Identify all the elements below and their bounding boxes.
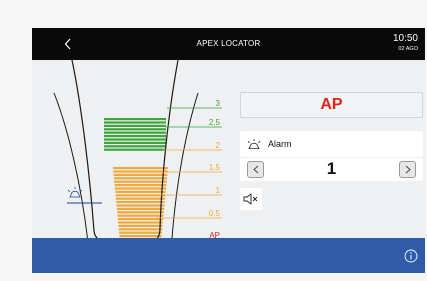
scale-stripe-green <box>104 135 166 138</box>
scale-labels: 3 2.5 2 1.5 1 0.5 AP <box>209 99 221 238</box>
scale-stripe-orange <box>118 224 163 227</box>
alarm-label: Alarm <box>268 139 292 149</box>
bottom-bar <box>32 238 425 273</box>
page-title: APEX LOCATOR <box>196 39 261 48</box>
clock-time: 10:50 <box>392 33 418 44</box>
scale-stripe-orange <box>114 184 167 187</box>
increase-button[interactable] <box>399 161 416 178</box>
bell-icon <box>246 137 264 151</box>
scale-label: 3 <box>216 99 221 108</box>
scale-label: 1.5 <box>209 163 221 172</box>
alarm-row: Alarm <box>240 131 423 157</box>
info-icon[interactable] <box>404 249 418 263</box>
scale-stripe-green <box>104 145 166 148</box>
scale-label: 2 <box>216 141 221 150</box>
scale-stripe-green <box>104 141 166 144</box>
tooth-outer-outline <box>53 92 88 238</box>
scale-stripe-orange <box>117 214 164 217</box>
scale-stripe-orange <box>116 207 165 210</box>
clock-date: 02 AGO <box>398 46 418 52</box>
scale-label: AP <box>209 231 220 238</box>
scale-stripe-green <box>104 118 166 121</box>
scale-stripe-orange <box>115 190 166 193</box>
scale-stripe-orange <box>116 204 165 207</box>
scale-stripe-orange <box>114 180 167 183</box>
scale-stripe-orange <box>117 211 164 214</box>
scale-stripe-green <box>104 148 166 151</box>
scale-stripe-orange <box>115 194 166 197</box>
alarm-stepper: 1 <box>240 158 423 181</box>
plus-icon <box>405 165 411 174</box>
scale-stripe-green <box>104 138 166 141</box>
scale-stripe-orange <box>113 170 168 173</box>
scale-stripe-orange <box>117 218 164 221</box>
mute-button[interactable] <box>240 188 262 210</box>
scale-stripe-orange <box>119 231 162 234</box>
scale-stripe-orange <box>116 201 165 204</box>
scale-stripe-orange <box>118 221 163 224</box>
scale-stripe-green <box>104 128 166 131</box>
top-bar: APEX LOCATOR 10:50 02 AGO <box>32 28 425 60</box>
scale-stripe-orange <box>113 167 168 170</box>
scale-label: 2.5 <box>209 118 221 127</box>
scale-stripe-green <box>104 121 166 124</box>
scale-label: 0.5 <box>209 209 221 218</box>
scale-stripe-orange <box>118 228 163 231</box>
apex-scale-graph: 3 2.5 2 1.5 1 0.5 AP <box>53 60 222 238</box>
apex-locator-screen: APEX LOCATOR 10:50 02 AGO 3 2.5 2 1.5 1 0.5 AP… <box>32 28 425 273</box>
scale-stripe-green <box>104 124 166 127</box>
main-content: 3 2.5 2 1.5 1 0.5 AP AP Alarm 1 <box>32 60 425 238</box>
scale-stripes <box>104 118 168 238</box>
scale-stripe-orange <box>113 177 168 180</box>
scale-stripe-orange <box>113 173 168 176</box>
alarm-value: 1 <box>326 159 337 178</box>
scale-stripe-orange <box>114 187 167 190</box>
tooth-outer-outline-right <box>171 92 199 238</box>
scale-label: 1 <box>216 186 221 195</box>
scale-stripe-orange <box>115 197 166 200</box>
scale-stripe-orange <box>119 235 162 238</box>
speaker-mute-icon <box>243 193 258 205</box>
status-display: AP <box>240 92 423 118</box>
scale-stripe-green <box>104 131 166 134</box>
